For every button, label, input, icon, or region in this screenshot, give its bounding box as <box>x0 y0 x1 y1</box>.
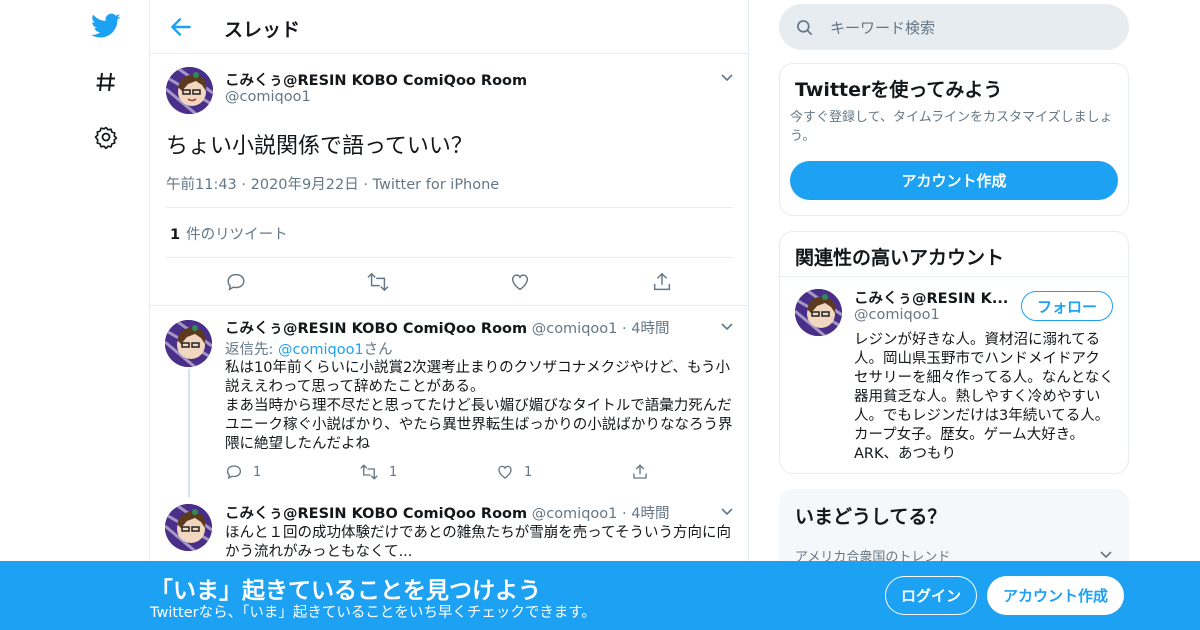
reply-tweet[interactable]: こみくぅ@RESIN KOBO ComiQoo Room @comiqoo1 ·… <box>150 307 748 497</box>
tweet-date[interactable]: 2020年9月22日 <box>251 177 359 193</box>
like-button[interactable]: 1 <box>496 463 532 481</box>
retweet-stat[interactable]: 1 件のリツイート <box>170 223 288 244</box>
page-title: スレッド <box>224 19 301 41</box>
retweet-count: 1 <box>389 464 398 480</box>
reply-icon <box>226 465 242 480</box>
chevron-down-icon[interactable] <box>1098 546 1114 562</box>
retweet-label: 件のリツイート <box>186 227 288 243</box>
tweet-author-name[interactable]: こみくぅ@RESIN KOBO ComiQoo Room <box>225 69 527 90</box>
share-icon <box>633 464 647 479</box>
search-icon <box>797 20 813 36</box>
search-box[interactable]: キーワード検索 <box>779 4 1129 50</box>
related-card-title: 関連性の高いアカウント <box>795 247 1005 269</box>
tweet-author-handle[interactable]: @comiqoo1 <box>225 89 311 105</box>
signup-card: Twitterを使ってみよう 今すぐ登録して、タイムラインをカスタマイズしましょ… <box>779 63 1129 216</box>
main-column: スレッド こみくぅ@RESIN KOBO ComiQoo Room @comiq… <box>149 0 749 630</box>
avatar[interactable] <box>166 67 213 114</box>
retweet-icon <box>360 464 378 480</box>
related-accounts-card: 関連性の高いアカウント こみくぅ@RESIN K... @comiqoo1 フォ… <box>779 231 1129 474</box>
hashtag-icon[interactable] <box>90 66 122 98</box>
signup-card-title: Twitterを使ってみよう <box>795 79 1003 101</box>
login-button[interactable]: ログイン <box>885 576 977 615</box>
page: スレッド こみくぅ@RESIN KOBO ComiQoo Room @comiq… <box>0 0 1200 630</box>
tweet-time[interactable]: 4時間 <box>631 506 669 522</box>
heart-icon <box>511 274 529 291</box>
tweet-meta: 午前11:43 · 2020年9月22日 · Twitter for iPhon… <box>166 173 499 194</box>
reply-to-handle-link[interactable]: @comiqoo1 <box>278 342 364 358</box>
retweet-button[interactable]: 1 <box>359 463 397 481</box>
tweet-header: こみくぅ@RESIN KOBO ComiQoo Room @comiqoo1 ·… <box>225 317 669 338</box>
reply-button[interactable]: 1 <box>225 463 261 481</box>
share-button[interactable] <box>651 271 673 293</box>
meta-separator: · <box>622 321 627 337</box>
reply-to-suffix: さん <box>363 342 393 358</box>
tweet-author-handle[interactable]: @comiqoo1 <box>532 321 618 337</box>
like-count: 1 <box>524 464 533 480</box>
divider <box>166 257 733 258</box>
related-account-name[interactable]: こみくぅ@RESIN K... <box>854 287 1008 308</box>
settings-gear-icon[interactable] <box>90 121 122 153</box>
tweet-time[interactable]: 午前11:43 <box>166 177 237 193</box>
tweet-text: ちょい小説関係で語っていい？ <box>166 134 473 159</box>
retweet-icon <box>367 272 389 292</box>
thread-header: スレッド <box>150 0 748 54</box>
chevron-down-icon[interactable] <box>719 69 735 85</box>
avatar[interactable] <box>165 320 212 367</box>
avatar[interactable] <box>165 504 212 551</box>
like-button[interactable] <box>509 271 531 293</box>
banner-signup-button[interactable]: アカウント作成 <box>987 576 1124 615</box>
share-icon <box>653 272 671 291</box>
avatar[interactable] <box>795 289 842 336</box>
tweet-time[interactable]: 4時間 <box>631 321 669 337</box>
related-account-handle[interactable]: @comiqoo1 <box>854 307 940 323</box>
tweet-author-name[interactable]: こみくぅ@RESIN KOBO ComiQoo Room <box>225 321 527 337</box>
reply-count: 1 <box>253 464 262 480</box>
back-arrow-icon[interactable] <box>168 14 194 40</box>
meta-separator: · <box>622 506 627 522</box>
retweet-count: 1 <box>170 227 181 243</box>
divider <box>780 276 1128 277</box>
banner-subtitle: Twitterなら、「いま」起きていることをいち早くチェックできます。 <box>150 605 596 621</box>
tweet-author-name[interactable]: こみくぅ@RESIN KOBO ComiQoo Room <box>225 506 527 522</box>
focused-tweet: こみくぅ@RESIN KOBO ComiQoo Room @comiqoo1 ち… <box>150 54 748 306</box>
signup-banner: 「いま」起きていることを見つけよう Twitterなら、「いま」起きていることを… <box>0 561 1200 630</box>
tweet-source[interactable]: Twitter for iPhone <box>373 177 500 193</box>
heart-icon <box>498 465 512 479</box>
reply-tweet[interactable]: こみくぅ@RESIN KOBO ComiQoo Room @comiqoo1 ·… <box>150 492 748 562</box>
reply-to: 返信先: @comiqoo1さん <box>225 338 393 359</box>
tweet-text: 私は10年前くらいに小説賞2次選考止まりのクソザコナメクジやけど、もう小説ええわ… <box>225 360 733 452</box>
share-button[interactable] <box>631 463 649 481</box>
tweet-text: ほんと１回の成功体験だけであとの雑魚たちが雪崩を売ってそういう方向に向かう流れが… <box>225 525 732 560</box>
divider <box>166 207 733 208</box>
search-placeholder: キーワード検索 <box>830 19 936 37</box>
banner-title: 「いま」起きていることを見つけよう <box>150 578 541 604</box>
meta-separator: · <box>363 177 373 193</box>
tweet-author-handle[interactable]: @comiqoo1 <box>532 506 618 522</box>
tweet-header: こみくぅ@RESIN KOBO ComiQoo Room @comiqoo1 ·… <box>225 502 669 523</box>
reply-button[interactable] <box>225 271 247 293</box>
meta-separator: · <box>241 177 251 193</box>
thread-connector <box>188 369 190 497</box>
follow-button[interactable]: フォロー <box>1021 291 1113 321</box>
trends-card-title: いまどうしてる？ <box>795 506 947 528</box>
signup-card-description: 今すぐ登録して、タイムラインをカスタマイズしましょう。 <box>790 110 1113 144</box>
chevron-down-icon[interactable] <box>719 318 735 334</box>
retweet-button[interactable] <box>366 271 390 293</box>
twitter-bird-icon[interactable] <box>90 10 122 42</box>
reply-icon <box>227 273 245 291</box>
create-account-button[interactable]: アカウント作成 <box>790 161 1118 200</box>
chevron-down-icon[interactable] <box>719 503 735 519</box>
reply-to-prefix: 返信先: <box>225 342 278 358</box>
related-account-bio: レジンが好きな人。資材沼に溺れてる人。岡山県玉野市でハンドメイドアクセサリーを細… <box>854 332 1114 462</box>
